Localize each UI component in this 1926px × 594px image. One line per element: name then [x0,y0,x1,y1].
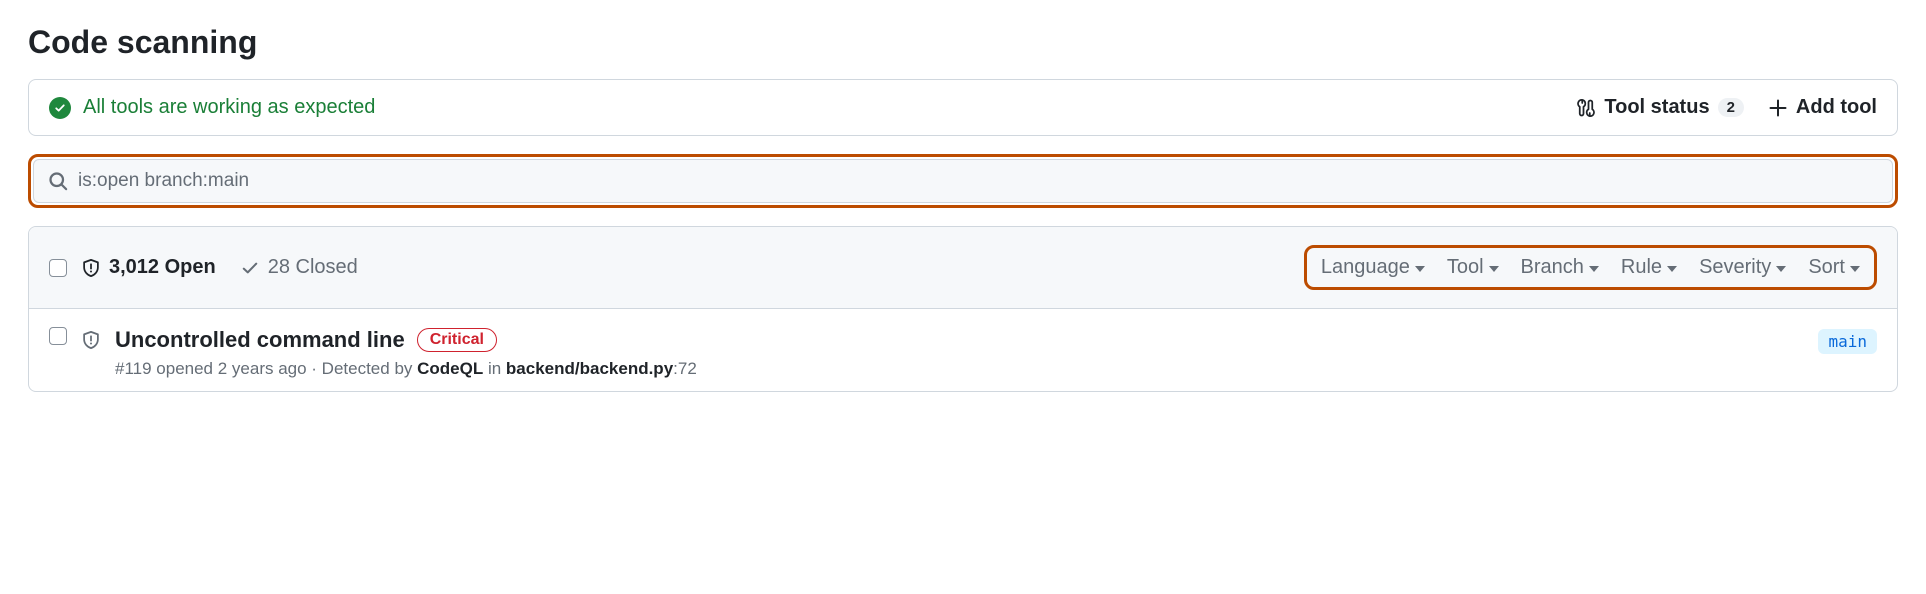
open-count-label: 3,012 Open [109,256,216,279]
search-highlight-box [28,154,1898,208]
chevron-down-icon [1489,266,1499,272]
shield-alert-icon [81,258,101,278]
tool-status-bar: All tools are working as expected Tool s… [28,79,1898,136]
search-icon [48,171,68,191]
filter-branch[interactable]: Branch [1521,256,1599,279]
filters-highlight-box: Language Tool Branch Rule Severity Sort [1304,245,1877,290]
plus-icon [1768,98,1788,118]
alert-meta: #119 opened 2 years ago · Detected by Co… [115,359,1804,379]
chevron-down-icon [1415,266,1425,272]
branch-badge: main [1818,329,1877,354]
closed-count-tab[interactable]: 28 Closed [240,256,358,279]
shield-alert-icon [81,330,101,350]
filter-rule[interactable]: Rule [1621,256,1677,279]
chevron-down-icon [1850,266,1860,272]
tool-status-button[interactable]: Tool status 2 [1576,96,1744,119]
chevron-down-icon [1776,266,1786,272]
alert-title: Uncontrolled command line [115,327,405,353]
alerts-list: 3,012 Open 28 Closed Language Tool Branc… [28,226,1898,392]
wrench-icon [1576,98,1596,118]
check-circle-icon [49,97,71,119]
chevron-down-icon [1667,266,1677,272]
alert-row[interactable]: Uncontrolled command line Critical #119 … [29,309,1897,391]
add-tool-button[interactable]: Add tool [1768,96,1877,119]
severity-badge: Critical [417,328,497,352]
alert-checkbox[interactable] [49,327,67,345]
search-input[interactable] [78,170,1878,192]
tool-status-count: 2 [1718,98,1744,117]
status-message: All tools are working as expected [83,96,375,119]
alerts-list-header: 3,012 Open 28 Closed Language Tool Branc… [29,227,1897,309]
open-count-tab[interactable]: 3,012 Open [81,256,216,279]
check-icon [240,258,260,278]
tool-status-label: Tool status [1604,96,1709,119]
filter-severity[interactable]: Severity [1699,256,1786,279]
page-title: Code scanning [28,24,1898,61]
filter-tool[interactable]: Tool [1447,256,1499,279]
filter-sort[interactable]: Sort [1808,256,1860,279]
add-tool-label: Add tool [1796,96,1877,119]
select-all-checkbox[interactable] [49,259,67,277]
closed-count-label: 28 Closed [268,256,358,279]
chevron-down-icon [1589,266,1599,272]
search-field-wrap[interactable] [33,159,1893,203]
filter-language[interactable]: Language [1321,256,1425,279]
status-message-wrap: All tools are working as expected [49,96,1560,119]
